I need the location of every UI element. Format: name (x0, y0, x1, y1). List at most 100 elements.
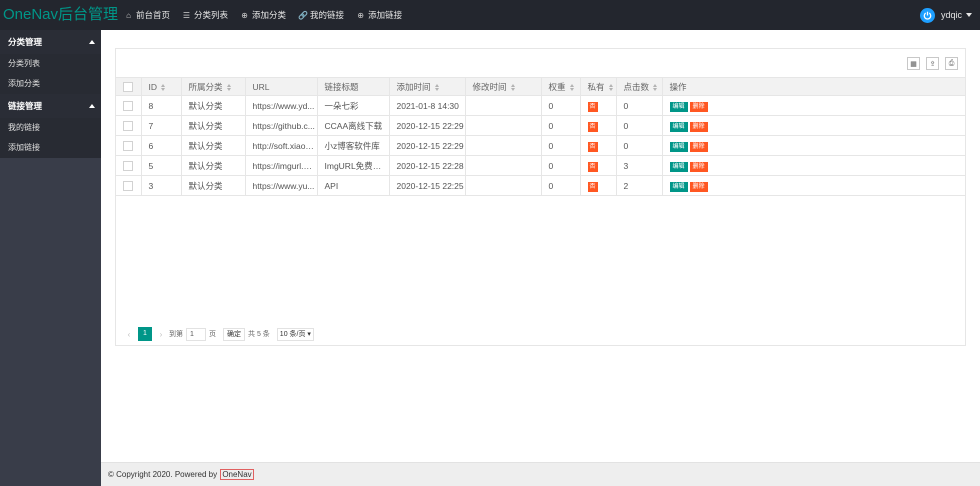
cell-id: 5 (141, 155, 182, 176)
cell-clicks: 2 (616, 175, 663, 196)
column-header: URL (245, 77, 318, 96)
nav-category-list[interactable]: ☰ 分类列表 (176, 0, 234, 30)
print-icon[interactable]: ⎙ (945, 57, 958, 70)
checkbox[interactable] (123, 160, 133, 171)
sidebar-group-items: 我的链接 添加链接 (0, 118, 101, 158)
sort-icon[interactable] (608, 83, 613, 91)
per-page-select[interactable]: 10 条/页 ▾ (276, 327, 314, 341)
checkbox[interactable] (123, 81, 133, 92)
row-select[interactable] (116, 175, 142, 196)
nav-home[interactable]: ⌂ 前台首页 (118, 0, 176, 30)
cell-modified (465, 175, 542, 196)
prev-page-icon[interactable]: ‹ (124, 330, 134, 339)
sort-icon[interactable] (569, 83, 574, 91)
delete-button[interactable]: 删除 (689, 161, 708, 172)
delete-button[interactable]: 删除 (689, 121, 708, 132)
cell-added: 2021-01-8 14:30 (389, 95, 466, 116)
user-menu[interactable]: ydqic (919, 0, 972, 30)
cell-added: 2020-12-15 22:25 (389, 175, 466, 196)
checkbox[interactable] (123, 120, 133, 131)
private-badge: 否 (587, 161, 598, 172)
cell-title: API (317, 175, 390, 196)
sort-icon[interactable] (226, 83, 231, 91)
checkbox[interactable] (123, 100, 133, 111)
cell-title: 一朵七彩 (317, 95, 390, 116)
nav-add-category[interactable]: ⊕ 添加分类 (234, 0, 292, 30)
chevron-up-icon (89, 104, 95, 108)
edit-button[interactable]: 编辑 (669, 121, 688, 132)
cell-private: 否 (580, 175, 617, 196)
sort-icon[interactable] (434, 83, 439, 91)
top-nav: ⌂ 前台首页 ☰ 分类列表 ⊕ 添加分类 🔗 我的链接 ⊕ 添加链接 (118, 0, 408, 30)
header-select-all[interactable] (116, 77, 142, 96)
column-header: 链接标题 (317, 77, 390, 96)
row-select[interactable] (116, 115, 142, 136)
sidebar-item-add-link[interactable]: 添加链接 (0, 138, 101, 158)
checkbox[interactable] (123, 140, 133, 151)
edit-button[interactable]: 编辑 (669, 161, 688, 172)
edit-button[interactable]: 编辑 (669, 181, 688, 192)
current-page[interactable]: 1 (138, 327, 152, 341)
cell-url: https://github.c... (245, 115, 318, 136)
row-select[interactable] (116, 95, 142, 116)
goto-label: 到第 (169, 331, 183, 338)
private-badge: 否 (587, 141, 598, 152)
sort-icon[interactable] (510, 83, 515, 91)
checkbox[interactable] (123, 180, 133, 191)
nav-my-links[interactable]: 🔗 我的链接 (292, 0, 350, 30)
row-select[interactable] (116, 155, 142, 176)
nav-add-link[interactable]: ⊕ 添加链接 (350, 0, 408, 30)
cell-category: 默认分类 (181, 175, 246, 196)
cell-id: 3 (141, 175, 182, 196)
delete-button[interactable]: 删除 (689, 101, 708, 112)
cell-category: 默认分类 (181, 115, 246, 136)
sidebar-group-label: 链接管理 (8, 101, 43, 111)
column-header-label: 操作 (669, 81, 687, 92)
table-toolbar: ▦ ⇪ ⎙ (901, 57, 958, 70)
export-icon[interactable]: ⇪ (926, 57, 939, 70)
column-header[interactable]: 添加时间 (389, 77, 466, 96)
cell-private: 否 (580, 155, 617, 176)
power-icon[interactable] (919, 7, 935, 23)
cell-private: 否 (580, 95, 617, 116)
goto-page-input[interactable] (186, 327, 206, 341)
sort-icon[interactable] (653, 83, 658, 91)
total-count: 共 5 条 (248, 331, 270, 338)
column-header[interactable]: 点击数 (616, 77, 663, 96)
pagination: ‹ 1 › 到第 页 确定 共 5 条 10 条/页 ▾ (124, 327, 314, 341)
column-header-label: 权重 (548, 81, 566, 92)
sidebar-item-category-list[interactable]: 分类列表 (0, 54, 101, 74)
edit-button[interactable]: 编辑 (669, 101, 688, 112)
table-row: 6 默认分类 http://soft.xiaoz... 小z博客软件库 2020-12-… (116, 135, 965, 156)
column-header[interactable]: 修改时间 (465, 77, 542, 96)
column-header[interactable]: 权重 (541, 77, 581, 96)
sidebar-group-category[interactable]: 分类管理 (0, 30, 101, 54)
sidebar-group-link[interactable]: 链接管理 (0, 94, 101, 118)
edit-button[interactable]: 编辑 (669, 141, 688, 152)
column-header[interactable]: 私有 (580, 77, 617, 96)
cell-category: 默认分类 (181, 155, 246, 176)
app-logo[interactable]: OneNav后台管理 (3, 0, 118, 30)
goto-confirm-button[interactable]: 确定 (223, 327, 245, 341)
nav-category-list-label: 分类列表 (194, 10, 229, 20)
columns-icon[interactable]: ▦ (907, 57, 920, 70)
add-circle-icon: ⊕ (357, 10, 364, 20)
sort-icon[interactable] (161, 83, 165, 91)
cell-id: 6 (141, 135, 182, 156)
copyright-text: © Copyright 2020. Powered by (108, 470, 218, 479)
sidebar-item-add-category[interactable]: 添加分类 (0, 74, 101, 94)
row-select[interactable] (116, 135, 142, 156)
column-header: 操作 (662, 77, 965, 96)
cell-weight: 0 (541, 95, 581, 116)
cell-title: 小z博客软件库 (317, 135, 390, 156)
delete-button[interactable]: 删除 (689, 181, 708, 192)
links-table: ID 所属分类 URL 链接标题 添加时间 修改时间 权重 私有 点击数 操作 … (116, 77, 965, 196)
column-header[interactable]: ID (141, 77, 182, 96)
sidebar-item-my-links[interactable]: 我的链接 (0, 118, 101, 138)
delete-button[interactable]: 删除 (689, 141, 708, 152)
footer-link-onenav[interactable]: OneNav (220, 469, 254, 480)
cell-weight: 0 (541, 155, 581, 176)
cell-category: 默认分类 (181, 95, 246, 116)
next-page-icon[interactable]: › (156, 330, 166, 339)
column-header[interactable]: 所属分类 (181, 77, 246, 96)
